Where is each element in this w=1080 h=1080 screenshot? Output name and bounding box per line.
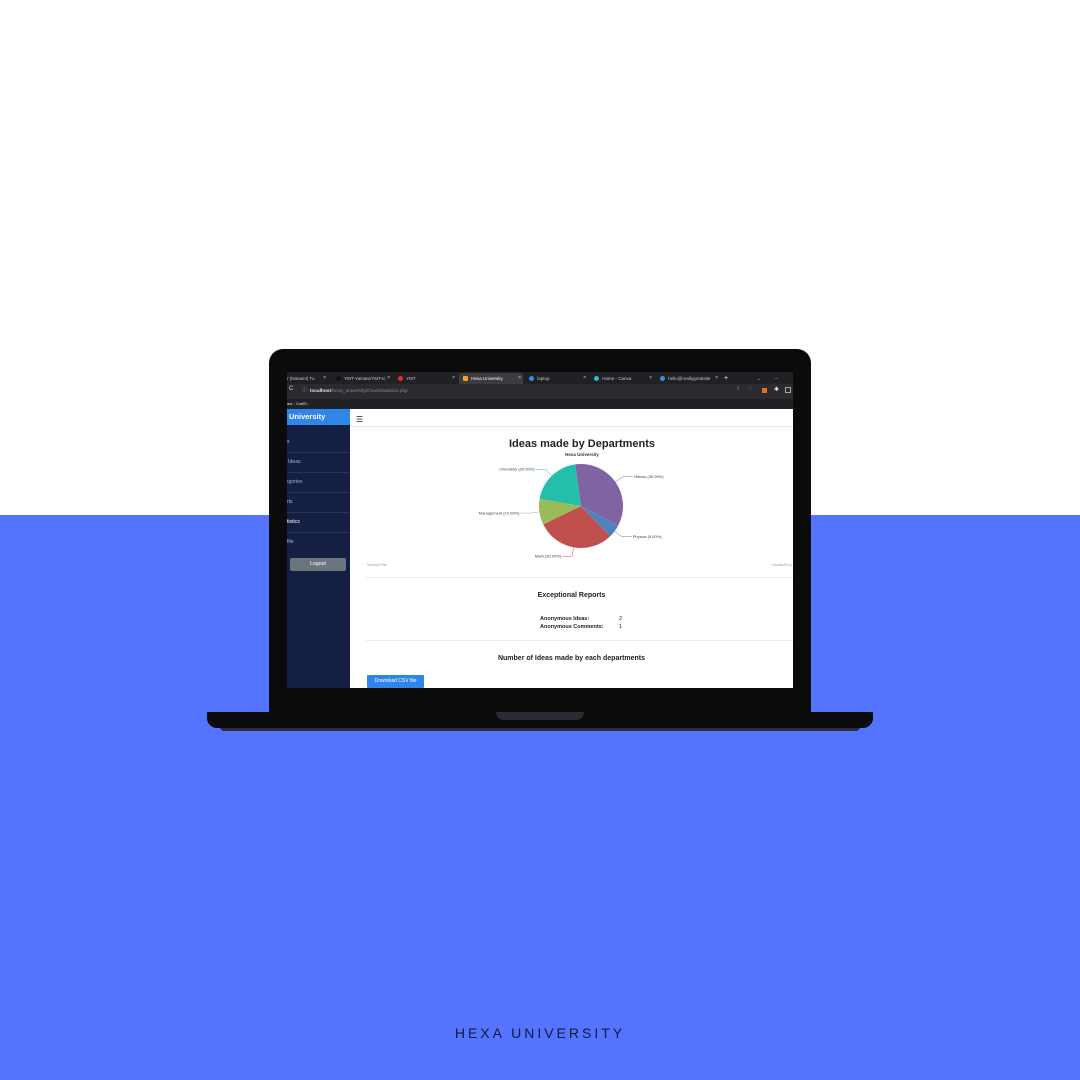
laptop-notch [496, 712, 584, 720]
sidebar-item-reports[interactable]: orts [287, 493, 350, 513]
chevron-down-icon[interactable]: ⌄ [757, 373, 765, 384]
close-icon[interactable]: × [715, 373, 718, 384]
tab-label: Home - Canva [602, 376, 632, 381]
pie-slice-label: Chemistry (20.00%) [499, 467, 535, 472]
sidebar-item-label: Ideas [288, 459, 301, 465]
canva-icon [594, 376, 599, 382]
close-icon[interactable]: × [583, 373, 586, 384]
globe-icon [660, 376, 665, 382]
minimize-icon[interactable]: – [775, 373, 783, 384]
new-tab-button[interactable]: + [724, 373, 734, 384]
browser-tab[interactable]: Home - Canva × [590, 373, 654, 384]
sidebar-title: University [289, 412, 326, 421]
tab-label: hello@reallygreatsite [668, 376, 711, 381]
sidebar: University as Ideas tegories orts atisti… [287, 409, 350, 688]
download-csv-button[interactable]: Download CSV file [367, 675, 424, 688]
browser-tab[interactable]: laptop × [525, 373, 588, 384]
browser-tab-active[interactable]: Hexa University × [459, 373, 523, 384]
close-icon[interactable]: × [387, 373, 390, 384]
report-value: 2 [619, 616, 623, 622]
chart-subtitle: Hexa University [565, 452, 599, 457]
pie-slice-label: Management (10.00%) [479, 510, 520, 515]
tab-label: Hexa University [471, 376, 503, 381]
close-icon[interactable]: × [649, 373, 652, 384]
extension-icon[interactable] [762, 388, 767, 393]
sidebar-item-label: as [287, 439, 290, 445]
report-value: 1 [619, 624, 623, 630]
address-bar: C ⓘ localhost/hexa_university/Chart/stat… [287, 384, 793, 399]
pie-slice-label: Math (30.00%) [535, 554, 562, 559]
exceptional-reports-title: Exceptional Reports [537, 592, 606, 599]
sidebar-header: University [287, 409, 350, 425]
globe-icon [529, 376, 534, 382]
pie-label-leader [615, 476, 633, 483]
browser-tab[interactable]: r (Nanami) Tu × [287, 373, 328, 384]
report-label: Anonymous Comments: [540, 624, 604, 630]
pie-slice-label: Physics (5.00%) [633, 534, 663, 539]
sidebar-item-ideas-home[interactable]: as [287, 433, 350, 453]
github-icon [336, 376, 341, 382]
close-icon[interactable]: × [452, 373, 455, 384]
sidebar-item-label: atistics [287, 519, 300, 525]
url-host: localhost [310, 389, 332, 394]
tab-label: YMT [406, 376, 416, 381]
browser-tab[interactable]: YMT-Yamato/YMT-Ic × [332, 373, 392, 384]
pie-label-leader [535, 469, 553, 476]
chart-footer-left: Semasti Fish [367, 563, 387, 567]
url-path: /hexa_university/Chart/statistics.php [331, 389, 408, 394]
bookmark-item[interactable]: act - Craft'f... [287, 401, 310, 406]
laptop-screen: r (Nanami) Tu × YMT-Yamato/YMT-Ic × YMT … [287, 372, 793, 688]
logout-button[interactable]: Logout [290, 558, 346, 571]
pie-label-leader [520, 511, 540, 514]
pie-slice[interactable] [539, 464, 581, 506]
tab-label: YMT-Yamato/YMT-Ic [344, 376, 386, 381]
bookmarks-bar: act - Craft'f... [287, 399, 793, 409]
pie-label-leader [614, 531, 632, 537]
url-field[interactable]: localhost/hexa_university/Chart/statisti… [310, 387, 408, 396]
sidebar-item-categories[interactable]: tegories [287, 473, 350, 493]
site-icon [463, 376, 468, 382]
browser-tab[interactable]: YMT × [394, 373, 457, 384]
tab-label: r (Nanami) Tu [287, 376, 315, 381]
sidebar-item-label: orts [287, 499, 293, 505]
tab-label: laptop [537, 376, 550, 381]
hamburger-menu-icon[interactable]: ☰ [356, 415, 363, 424]
browser-tab[interactable]: hello@reallygreatsite × [656, 373, 720, 384]
puzzle-icon[interactable]: ✱ [774, 386, 779, 393]
section-divider [366, 640, 793, 641]
chart-title: Ideas made by Departments [509, 438, 655, 450]
chart-credit[interactable]: CanvasJS.co [771, 563, 792, 567]
close-icon[interactable]: × [518, 373, 521, 384]
youtube-icon [398, 376, 403, 382]
pie-chart: Ideas made by Departments Hexa Universit… [367, 438, 792, 567]
pie-slice-label: History (35.00%) [634, 474, 664, 479]
info-icon: ⓘ [302, 387, 308, 393]
browser-tab-bar: r (Nanami) Tu × YMT-Yamato/YMT-Ic × YMT … [287, 372, 793, 384]
reload-icon[interactable]: C [289, 386, 293, 392]
section-divider [366, 577, 793, 578]
sidebar-item-profile[interactable]: ofile [287, 533, 350, 552]
share-icon[interactable]: ⇪ [736, 386, 740, 392]
pie-label-leader [562, 547, 574, 557]
sidebar-item-label: ofile [287, 539, 294, 545]
close-icon[interactable]: × [323, 373, 326, 384]
sidebar-item-statistics[interactable]: atistics [287, 513, 350, 533]
sidebar-item-label: tegories [287, 479, 303, 485]
main-content: ☰ Ideas made by Departments Hexa Univers… [350, 409, 793, 688]
sidepanel-icon[interactable] [785, 387, 791, 393]
departments-section-title: Number of Ideas made by each departments [497, 655, 646, 662]
report-label: Anonymous Ideas: [540, 616, 590, 622]
sidebar-item-ideas[interactable]: Ideas [287, 453, 350, 473]
caption: HEXA UNIVERSITY [454, 1025, 626, 1041]
star-icon[interactable]: ☆ [748, 386, 752, 392]
